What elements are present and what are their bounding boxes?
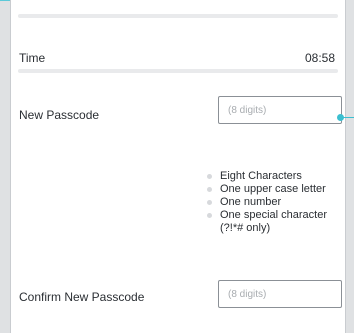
passcode-form-card: Time 08:58 New Passcode Eight Characters… (10, 0, 346, 333)
callout-line (342, 117, 354, 118)
time-label: Time (19, 51, 46, 65)
requirement-item: Eight Characters (207, 170, 354, 183)
new-passcode-label: New Passcode (19, 108, 100, 122)
confirm-passcode-label: Confirm New Passcode (19, 290, 145, 304)
new-passcode-input[interactable] (218, 96, 342, 124)
bullet-icon (207, 200, 212, 205)
requirement-item: One special character (?!*# only) (207, 209, 354, 235)
time-divider (18, 69, 338, 73)
bullet-icon (207, 174, 212, 179)
top-divider (18, 14, 338, 18)
bullet-icon (207, 187, 212, 192)
requirement-item: One number (207, 196, 354, 209)
requirement-item: One upper case letter (207, 183, 354, 196)
confirm-passcode-input[interactable] (218, 280, 342, 308)
time-value: 08:58 (304, 51, 335, 65)
passcode-requirements-list: Eight Characters One upper case letter O… (207, 170, 354, 235)
bullet-icon (207, 213, 212, 218)
